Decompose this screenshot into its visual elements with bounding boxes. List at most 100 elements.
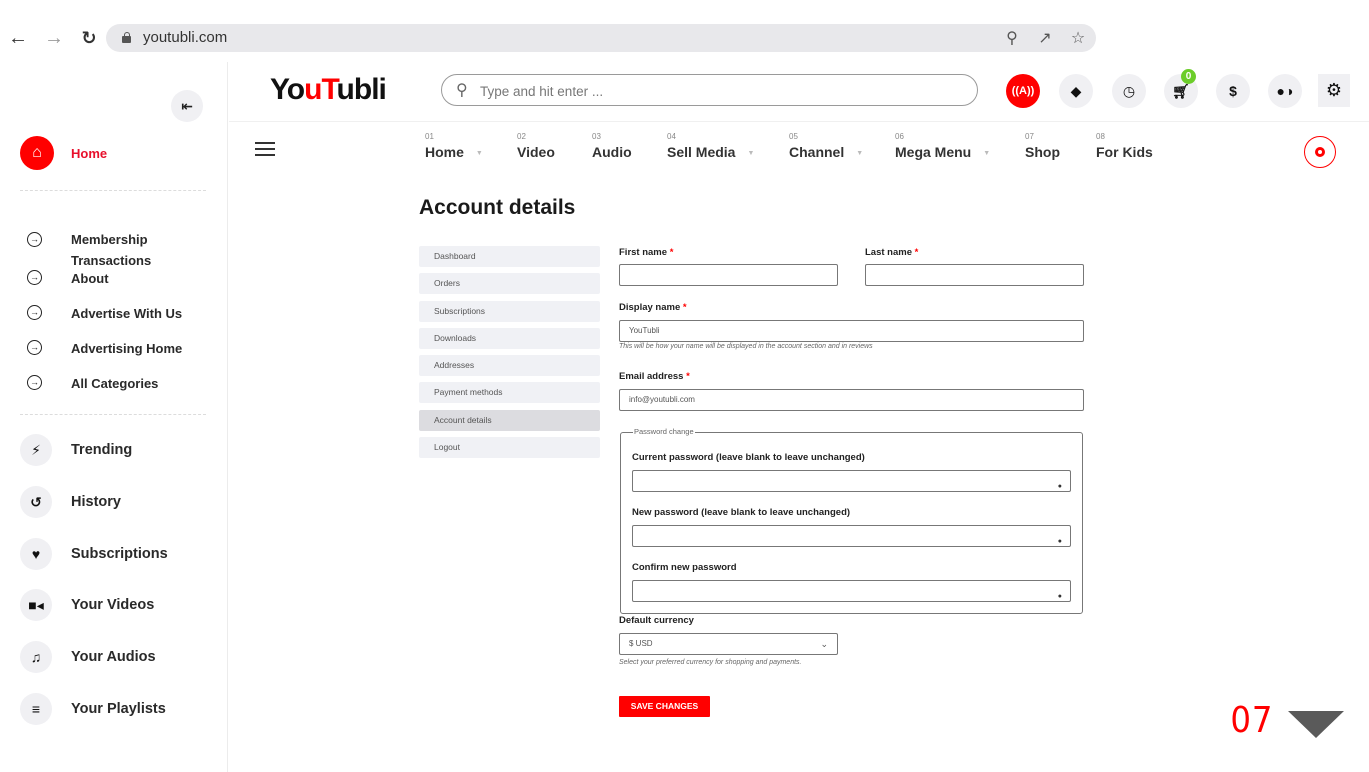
sidebar-item-home[interactable]: ⌂ Home [20,136,210,172]
account-navigation: Dashboard Orders Subscriptions Downloads… [419,246,600,464]
account-nav-orders[interactable]: Orders [419,273,600,295]
display-name-help: This will be how your name will be displ… [619,343,873,350]
hamburger-menu-icon[interactable] [255,142,275,156]
email-label: Email address * [619,371,690,382]
current-password-field[interactable]: ● [632,470,1071,492]
sidebar-item-your-playlists[interactable]: ≡ Your Playlists [20,693,210,725]
zoom-icon[interactable]: ⚲ [1002,28,1022,48]
account-nav-payment-methods[interactable]: Payment methods [419,382,600,404]
bolt-icon: ⚡︎ [20,434,52,466]
tab-for-kids[interactable]: 08 For Kids [1096,132,1153,162]
label-text: First name [619,247,668,258]
nav-label: Home [425,144,464,160]
nav-number: 06 [895,132,904,141]
nav-label: Mega Menu [895,144,972,160]
sidebar-item-label: About [71,271,109,286]
scroll-down-arrow-icon[interactable] [1288,711,1344,738]
page-number: 07 [1230,700,1274,741]
live-icon[interactable]: ((A)) [1006,74,1040,108]
lock-icon [122,32,131,43]
share-icon[interactable]: ↗ [1035,28,1055,48]
bell-icon[interactable]: ◆ [1059,74,1093,108]
sidebar-item-your-videos[interactable]: ■◂ Your Videos [20,589,210,621]
tab-channel[interactable]: 05 Channel ▼ [789,132,863,162]
sidebar-item-trending[interactable]: ⚡︎ Trending [20,434,210,466]
forward-icon[interactable]: → [42,26,66,50]
nav-number: 03 [592,132,601,141]
last-name-label: Last name * [865,247,918,258]
first-name-field[interactable] [619,264,838,286]
tab-mega-menu[interactable]: 06 Mega Menu ▼ [895,132,990,162]
chevron-down-icon: ▼ [747,150,755,157]
nav-number: 07 [1025,132,1034,141]
record-icon [1315,147,1325,157]
clock-icon[interactable]: ◷ [1112,74,1146,108]
dollar-icon[interactable]: $ [1216,74,1250,108]
confirm-password-label: Confirm new password [632,562,737,573]
account-nav-downloads[interactable]: Downloads [419,327,600,349]
tab-home[interactable]: 01 Home ▼ [425,132,483,162]
sidebar-item-label: History [71,494,121,510]
nav-number: 02 [517,132,526,141]
site-logo[interactable]: YouTubli [270,73,387,107]
history-icon: ↺ [20,486,52,518]
logo-text: ubli [336,73,387,106]
chevron-down-icon: ▼ [983,150,991,157]
nav-label: Shop [1025,144,1060,160]
chevron-down-icon: ▼ [475,150,483,157]
collapse-sidebar-button[interactable]: ⇤ [171,90,203,122]
settings-icon[interactable]: ⚙ [1318,74,1350,107]
eye-icon[interactable]: ● [1058,587,1062,607]
currency-select[interactable]: $ USD ⌄ [619,633,838,655]
sidebar-item-label: Your Playlists [71,701,166,717]
account-nav-addresses[interactable]: Addresses [419,355,600,377]
email-field[interactable]: info@youtubli.com [619,389,1084,411]
back-icon[interactable]: ← [6,26,30,50]
play-button[interactable] [1304,136,1336,168]
sidebar-item-your-audios[interactable]: ♫ Your Audios [20,641,210,673]
tab-video[interactable]: 02 Video [517,132,555,162]
last-name-field[interactable] [865,264,1084,286]
account-nav-dashboard[interactable]: Dashboard [419,246,600,267]
divider [20,190,206,191]
label-text: Display name [619,302,681,313]
nav-label: Channel [789,144,845,160]
cart-count-badge: 0 [1181,69,1196,84]
reload-icon[interactable]: ↻ [77,26,101,50]
save-changes-button[interactable]: SAVE CHANGES [619,696,710,717]
sidebar-item-history[interactable]: ↺ History [20,486,210,518]
sidebar-item-label: Membership Transactions [71,232,152,268]
url-text[interactable]: youtubli.com [143,29,227,46]
sidebar-item-membership-transactions[interactable]: → Membership Transactions [27,228,207,270]
search-icon[interactable]: ⚲ [456,80,468,100]
sidebar-item-label: Advertising Home [71,341,183,356]
chevron-down-icon: ⌄ [820,639,828,649]
sidebar-item-label: Subscriptions [71,546,168,562]
eye-icon[interactable]: ● [1058,532,1062,552]
display-name-label: Display name * [619,302,687,313]
new-password-field[interactable]: ● [632,525,1071,547]
account-nav-subscriptions[interactable]: Subscriptions [419,300,600,322]
tab-audio[interactable]: 03 Audio [592,132,632,162]
search-bar: ⚲ [441,74,978,106]
address-bar[interactable]: youtubli.com ⚲ ↗ ☆ [106,24,1096,52]
new-password-label: New password (leave blank to leave uncha… [632,507,851,518]
divider [20,414,206,415]
confirm-password-field[interactable]: ● [632,580,1071,602]
sidebar-item-label: All Categories [71,376,159,391]
account-nav-logout[interactable]: Logout [419,437,600,459]
account-nav-account-details[interactable]: Account details [419,409,600,431]
logo-text: T [321,73,337,106]
first-name-label: First name * [619,247,673,258]
logo-text: Yo [270,73,305,106]
star-icon[interactable]: ☆ [1068,28,1088,48]
eye-icon[interactable]: ● [1058,477,1062,497]
user-shield-icon[interactable]: ●◑ [1268,74,1302,108]
search-input[interactable] [480,81,960,101]
display-name-field[interactable]: YouTubli [619,320,1084,342]
tab-sell-media[interactable]: 04 Sell Media ▼ [667,132,754,162]
tab-shop[interactable]: 07 Shop [1025,132,1060,162]
nav-number: 08 [1096,132,1105,141]
heart-icon: ♥ [20,538,52,570]
sidebar-item-subscriptions[interactable]: ♥ Subscriptions [20,538,210,570]
